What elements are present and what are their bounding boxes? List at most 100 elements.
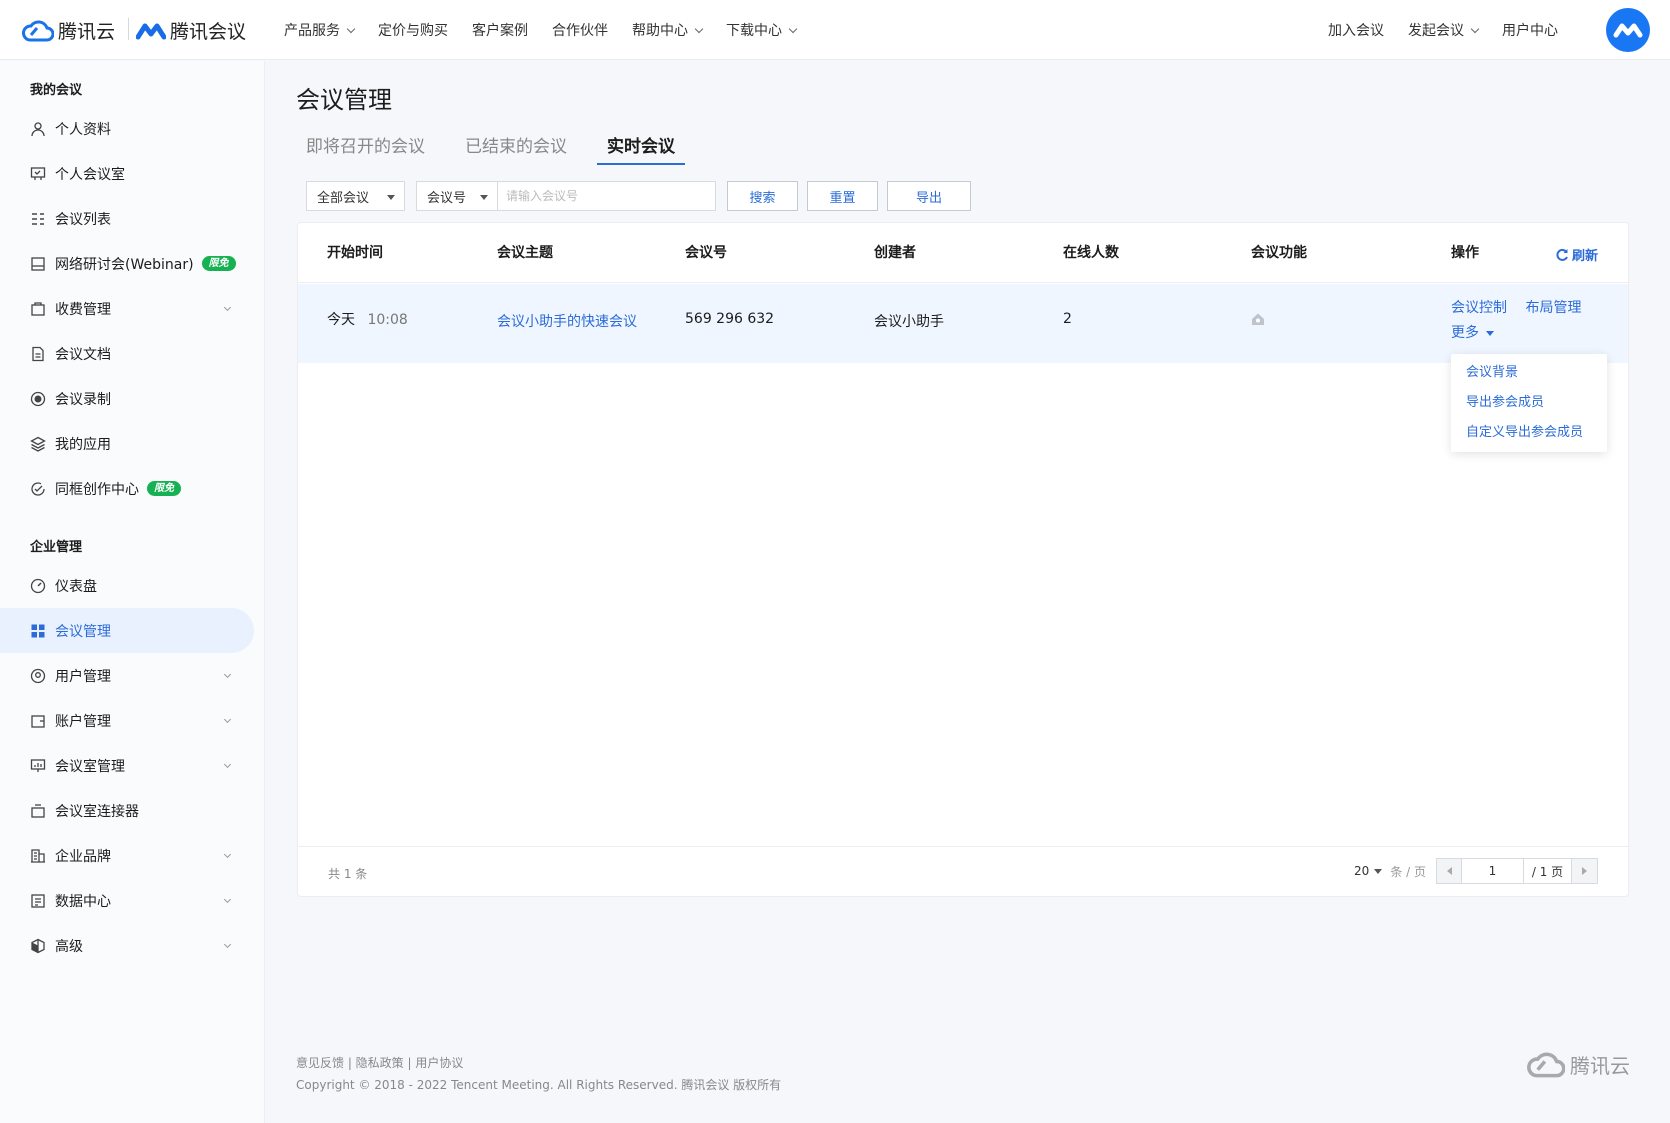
- billing-icon: [30, 301, 46, 317]
- sidebar-item-label: 仪表盘: [55, 578, 97, 595]
- menu-item-meeting-background[interactable]: 会议背景: [1451, 358, 1607, 388]
- sidebar-item-label: 个人资料: [55, 121, 111, 138]
- grid-icon: [30, 623, 46, 639]
- sidebar-item-data-center[interactable]: 数据中心: [0, 878, 264, 923]
- logo-divider: [128, 18, 129, 40]
- tencent-meeting-logo[interactable]: 腾讯会议: [136, 17, 246, 44]
- menu-item-export-members[interactable]: 导出参会成员: [1451, 388, 1607, 418]
- nav-label: 用户中心: [1502, 23, 1558, 39]
- footer-logo-text: 腾讯云: [1570, 1054, 1630, 1078]
- sidebar-item-user-manage[interactable]: 用户管理: [0, 653, 264, 698]
- sidebar-item-meeting-list[interactable]: 会议列表: [0, 196, 264, 241]
- sidebar-item-dashboard[interactable]: 仪表盘: [0, 563, 264, 608]
- sidebar-item-my-apps[interactable]: 我的应用: [0, 421, 264, 466]
- layout-manage-link[interactable]: 布局管理: [1525, 300, 1581, 316]
- nav-partners[interactable]: 合作伙伴: [552, 20, 608, 40]
- column-header: 会议主题: [497, 245, 553, 261]
- refresh-button[interactable]: 刷新: [1555, 245, 1598, 264]
- tab-live[interactable]: 实时会议: [597, 132, 685, 165]
- join-meeting-link[interactable]: 加入会议: [1328, 20, 1384, 40]
- meeting-control-link[interactable]: 会议控制: [1451, 300, 1507, 316]
- start-meeting-link[interactable]: 发起会议: [1408, 20, 1480, 40]
- column-header: 开始时间: [327, 245, 383, 261]
- nav-cases[interactable]: 客户案例: [472, 20, 528, 40]
- sidebar-item-label: 数据中心: [55, 893, 111, 910]
- footer-links[interactable]: 意见反馈 | 隐私政策 | 用户协议: [296, 1054, 463, 1071]
- creator-cell: 会议小助手: [874, 314, 944, 330]
- tab-upcoming[interactable]: 即将召开的会议: [306, 132, 425, 165]
- sidebar-item-room-manage[interactable]: 会议室管理: [0, 743, 264, 788]
- filter-bar: 全部会议 会议号 搜索 重置 导出: [306, 181, 971, 211]
- tencent-cloud-logo[interactable]: 腾讯云: [22, 17, 115, 44]
- search-input[interactable]: [498, 181, 716, 211]
- sidebar-item-account-manage[interactable]: 账户管理: [0, 698, 264, 743]
- sidebar-group-enterprise: 企业管理: [30, 540, 83, 555]
- column-header: 会议功能: [1251, 245, 1307, 261]
- sidebar-item-room-connector[interactable]: 会议室连接器: [0, 788, 264, 833]
- start-date: 今天: [327, 312, 355, 328]
- sidebar-item-billing[interactable]: 收费管理: [0, 286, 264, 331]
- meeting-scope-select[interactable]: 全部会议: [306, 181, 405, 211]
- sidebar-item-label: 高级: [55, 938, 83, 955]
- table-header: 开始时间 会议主题 会议号 创建者 在线人数 会议功能 操作 刷新: [298, 223, 1628, 283]
- online-count-cell: 2: [1063, 311, 1072, 327]
- chevron-down-icon: [346, 24, 356, 33]
- refresh-icon: [1556, 248, 1568, 261]
- nav-label: 帮助中心: [632, 23, 688, 39]
- more-dropdown-trigger[interactable]: 更多: [1451, 322, 1495, 342]
- reset-button[interactable]: 重置: [807, 181, 878, 211]
- nav-products[interactable]: 产品服务: [284, 20, 356, 40]
- sidebar-item-recording[interactable]: 会议录制: [0, 376, 264, 421]
- column-header: 在线人数: [1063, 245, 1119, 261]
- avatar[interactable]: [1606, 8, 1650, 52]
- sidebar-item-creation-center[interactable]: 同框创作中心 限免: [0, 466, 264, 511]
- nav-download[interactable]: 下载中心: [726, 20, 798, 40]
- export-button[interactable]: 导出: [887, 181, 971, 211]
- sidebar-item-label: 会议列表: [55, 211, 111, 228]
- sidebar-item-webinar[interactable]: 网络研讨会(Webinar) 限免: [0, 241, 264, 286]
- meeting-subject-link[interactable]: 会议小助手的快速会议: [497, 311, 637, 331]
- sidebar-item-profile[interactable]: 个人资料: [0, 106, 264, 151]
- page-size-select[interactable]: 20: [1354, 864, 1383, 878]
- cloud-logo-icon: [22, 20, 54, 41]
- document-icon: [30, 346, 46, 362]
- connector-icon: [30, 803, 46, 819]
- prev-page-button[interactable]: [1436, 858, 1462, 884]
- nav-help[interactable]: 帮助中心: [632, 20, 704, 40]
- list-icon: [30, 211, 46, 227]
- meeting-room-icon: [30, 166, 46, 182]
- room-feature-icon: [1252, 313, 1264, 325]
- caret-down-icon: [387, 195, 395, 200]
- sidebar-item-personal-room[interactable]: 个人会议室: [0, 151, 264, 196]
- nav-label: 合作伙伴: [552, 23, 608, 39]
- user-icon: [30, 121, 46, 137]
- user-center-link[interactable]: 用户中心: [1502, 20, 1558, 40]
- search-button[interactable]: 搜索: [727, 181, 798, 211]
- sidebar-item-brand[interactable]: 企业品牌: [0, 833, 264, 878]
- refresh-label: 刷新: [1571, 249, 1598, 264]
- meeting-table-card: 开始时间 会议主题 会议号 创建者 在线人数 会议功能 操作 刷新 今天 10:…: [297, 222, 1629, 897]
- sidebar-item-advanced[interactable]: 高级: [0, 923, 264, 968]
- sidebar-item-label: 个人会议室: [55, 166, 125, 183]
- meeting-id-cell: 569 296 632: [685, 311, 775, 327]
- nav-label: 发起会议: [1408, 23, 1464, 39]
- page-number-input[interactable]: 1: [1462, 858, 1524, 884]
- menu-item-custom-export-members[interactable]: 自定义导出参会成员: [1451, 418, 1607, 448]
- table-footer: 共 1 条 20 条 / 页 1 / 1 页: [298, 846, 1628, 898]
- sidebar-item-label: 账户管理: [55, 713, 111, 730]
- tab-ended[interactable]: 已结束的会议: [465, 132, 567, 165]
- total-pages: / 1 页: [1524, 858, 1572, 884]
- wallet-icon: [30, 713, 46, 729]
- search-field-select[interactable]: 会议号: [416, 181, 498, 211]
- start-time-cell: 今天 10:08: [327, 309, 408, 329]
- creation-icon: [30, 481, 46, 497]
- nav-pricing[interactable]: 定价与购买: [378, 20, 448, 40]
- more-actions-menu: 会议背景 导出参会成员 自定义导出参会成员: [1451, 354, 1607, 452]
- meeting-avatar-icon: [1613, 23, 1643, 38]
- sidebar-item-docs[interactable]: 会议文档: [0, 331, 264, 376]
- next-page-button[interactable]: [1572, 858, 1598, 884]
- chevron-down-icon: [223, 850, 232, 859]
- sidebar-item-meeting-manage[interactable]: 会议管理: [0, 608, 254, 653]
- top-nav: 腾讯云 腾讯会议 产品服务 定价与购买 客户案例 合作伙伴 帮助中心 下载中心 …: [0, 0, 1670, 60]
- sidebar-item-label: 用户管理: [55, 668, 111, 685]
